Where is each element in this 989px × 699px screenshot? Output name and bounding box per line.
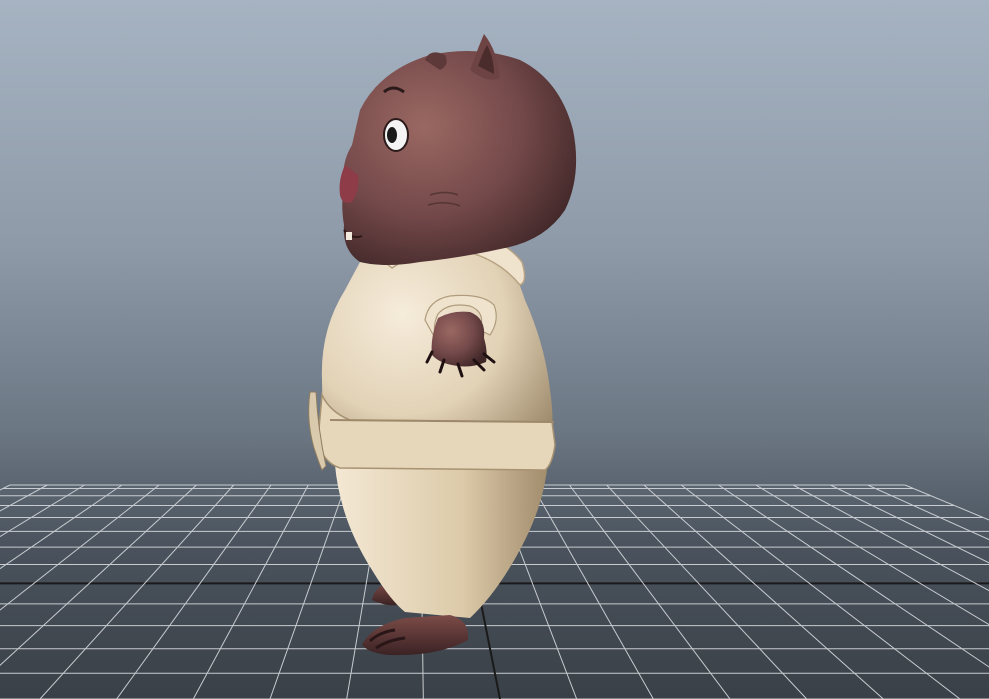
- pupil: [387, 127, 397, 143]
- 3d-viewport[interactable]: [0, 0, 989, 699]
- trousers: [335, 460, 548, 618]
- tooth: [346, 232, 352, 240]
- viewport-scene: [0, 34, 989, 699]
- character-model[interactable]: [308, 34, 577, 656]
- head: [342, 51, 577, 265]
- paw: [431, 311, 487, 367]
